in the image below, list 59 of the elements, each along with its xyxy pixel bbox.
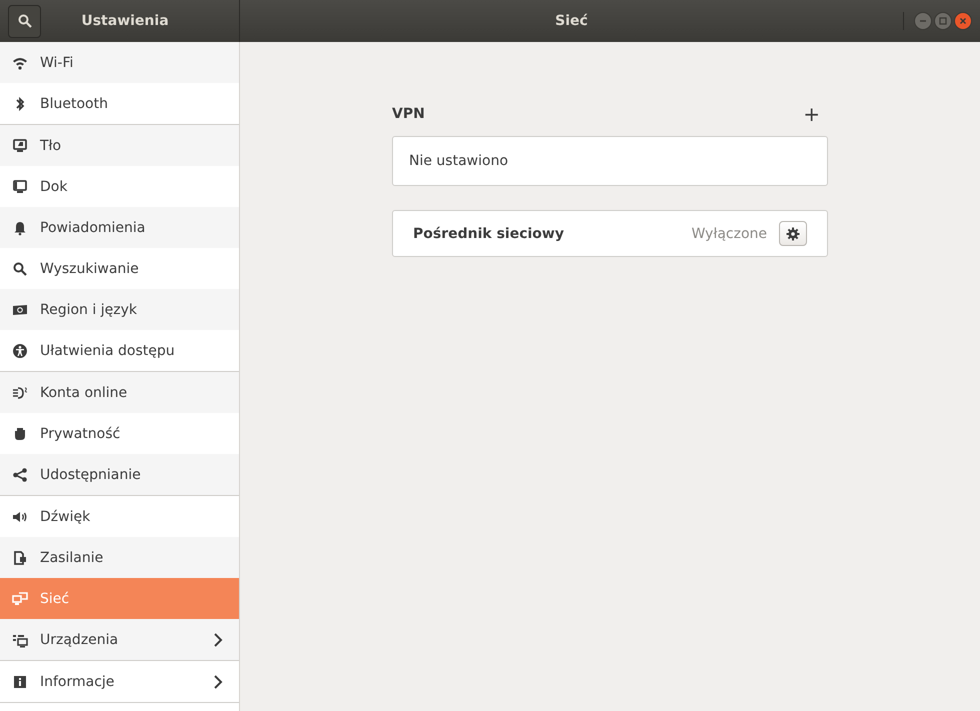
proxy-row[interactable]: Pośrednik sieciowy Wyłączone [392,210,828,257]
monitor-icon [12,138,28,154]
add-vpn-button[interactable]: + [795,102,828,126]
close-icon [958,16,968,26]
sidebar-item[interactable]: Konta online [0,372,239,413]
item-label: Powiadomienia [40,220,146,236]
sidebar-title: Ustawienia [80,13,170,29]
maximize-button[interactable] [934,12,952,30]
monitor-icon [12,178,28,194]
item-label: Udostępnianie [40,466,142,482]
item-label: Zasilanie [40,550,104,566]
item-label: Wyszukiwanie [40,260,140,276]
item-label: Dok [40,178,68,194]
item-label: Region i język [40,302,138,318]
sidebar-item[interactable]: Informacje [0,661,239,702]
info-icon [12,674,28,690]
item-label: Prywatność [40,426,122,442]
share-icon [12,466,28,482]
minimize-button[interactable] [914,12,932,30]
sidebar-item[interactable]: Tło [0,125,239,166]
sidebar-item[interactable]: Wi-Fi [0,42,239,83]
maximize-icon [938,16,948,26]
hand-icon [12,426,28,442]
gear-icon [785,226,801,242]
proxy-label: Pośrednik sieciowy [413,226,565,242]
sidebar-item[interactable]: Powiadomienia [0,207,239,248]
search-button[interactable] [8,4,41,38]
sidebar-item[interactable]: Ułatwienia dostępu [0,330,239,371]
sidebar-item[interactable]: Dźwięk [0,496,239,537]
plug-icon [12,384,28,400]
item-label: Bluetooth [40,96,109,112]
proxy-status: Wyłączone [691,226,767,242]
search-icon [12,260,28,276]
search-icon [16,13,32,29]
settings-button[interactable] [779,221,807,246]
window-title: Sieć [554,13,589,29]
item-label: Informacje [40,674,116,690]
network-icon [12,590,28,606]
sidebar-item[interactable]: Dok [0,166,239,207]
item-label: Urządzenia [40,632,120,648]
sidebar-item[interactable]: Prywatność [0,413,239,454]
accessibility-icon [12,342,28,358]
item-label: Ułatwienia dostępu [40,342,176,358]
sidebar-item[interactable]: Zasilanie [0,537,239,578]
sidebar-item[interactable]: Urządzenia [0,619,239,660]
close-button[interactable] [954,12,972,30]
item-label: Sieć [40,590,70,606]
sidebar-item[interactable]: Udostępnianie [0,454,239,495]
bell-icon [12,220,28,236]
sidebar-item[interactable]: Bluetooth [0,83,239,124]
item-label: Dźwięk [40,508,92,524]
sidebar-item[interactable]: Region i język [0,289,239,330]
item-label: Tło [40,138,62,154]
item-label: Konta online [40,384,128,400]
item-label: Wi-Fi [40,54,74,70]
empty-label: Nie ustawiono [409,153,508,169]
vpn-heading: VPN [392,106,425,122]
battery-icon [12,550,28,566]
sidebar-item[interactable]: Wyszukiwanie [0,248,239,289]
